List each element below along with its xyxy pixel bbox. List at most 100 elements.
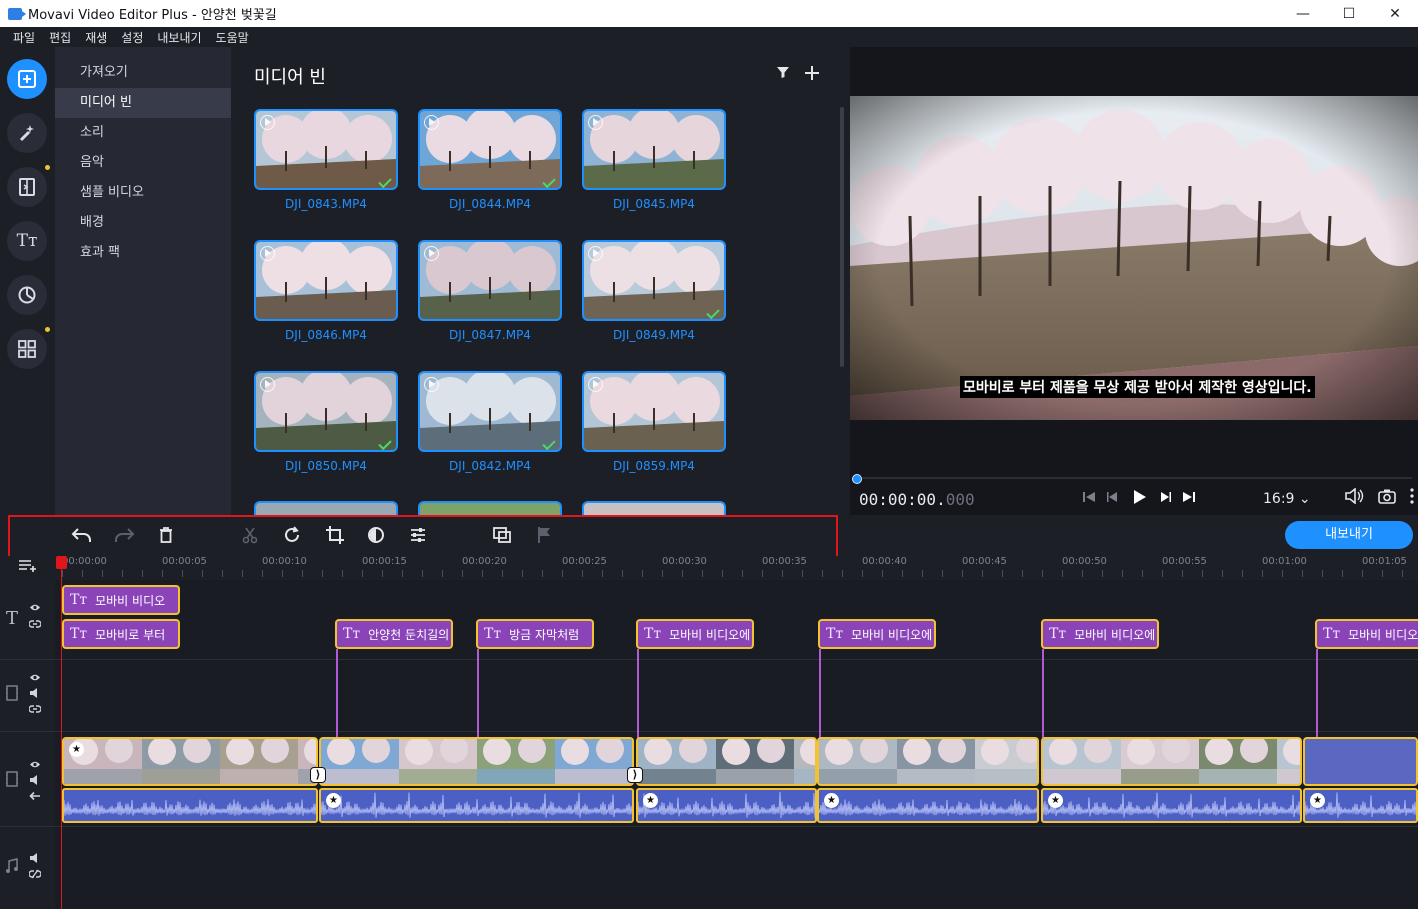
- next-frame-icon[interactable]: [1158, 490, 1172, 504]
- media-filename[interactable]: DJI_0845.MP4: [582, 197, 726, 211]
- skip-start-icon[interactable]: [1082, 490, 1096, 504]
- video-clip[interactable]: [1041, 737, 1302, 786]
- category-music[interactable]: 음악: [55, 148, 231, 178]
- title-clip[interactable]: Tт 모바비 비디오에: [818, 619, 936, 649]
- menu-playback[interactable]: 재생: [78, 29, 114, 46]
- speaker-icon[interactable]: [29, 688, 41, 698]
- redo-button[interactable]: [112, 523, 136, 547]
- preview-scrubber[interactable]: [856, 477, 1412, 479]
- transitions-button[interactable]: [7, 165, 50, 207]
- more-options-icon[interactable]: [1410, 488, 1414, 504]
- media-thumbnail[interactable]: [418, 371, 562, 452]
- media-thumbnail[interactable]: [418, 501, 562, 515]
- audio-clip[interactable]: ★: [636, 788, 817, 823]
- media-filename[interactable]: DJI_0849.MP4: [582, 328, 726, 342]
- effect-star-icon[interactable]: ★: [1048, 793, 1063, 808]
- title-clip[interactable]: Tт 방금 자막처럼: [476, 619, 594, 649]
- aspect-ratio-select[interactable]: 16:9 ⌄: [1263, 491, 1311, 507]
- crop-button[interactable]: [323, 523, 347, 547]
- import-button[interactable]: [7, 59, 47, 99]
- video-clip[interactable]: [1303, 737, 1418, 786]
- media-filename[interactable]: DJI_0859.MP4: [582, 459, 726, 473]
- snapshot-icon[interactable]: [1378, 488, 1396, 504]
- skip-end-icon[interactable]: [1182, 490, 1196, 504]
- media-thumbnail[interactable]: [582, 501, 726, 515]
- transition-marker[interactable]: ⟩: [627, 767, 643, 783]
- menu-help[interactable]: 도움말: [209, 29, 256, 46]
- effect-star-icon[interactable]: ★: [326, 793, 341, 808]
- effect-star-icon[interactable]: ★: [1310, 793, 1325, 808]
- more-tools-button[interactable]: [7, 327, 50, 369]
- audio-clip[interactable]: ★: [1303, 788, 1418, 823]
- menu-export[interactable]: 내보내기: [150, 29, 208, 46]
- category-sound[interactable]: 소리: [55, 118, 231, 148]
- media-thumbnail[interactable]: [582, 240, 726, 321]
- unlink-icon[interactable]: [29, 869, 41, 879]
- video-clip[interactable]: [319, 737, 634, 786]
- media-filename[interactable]: DJI_0846.MP4: [254, 328, 398, 342]
- maximize-button[interactable]: ☐: [1326, 0, 1372, 27]
- media-bin-scrollbar[interactable]: [840, 107, 844, 367]
- titles-button[interactable]: Tт: [7, 221, 47, 261]
- effect-star-icon[interactable]: ★: [69, 742, 84, 757]
- eye-icon[interactable]: [29, 673, 41, 682]
- media-filename[interactable]: DJI_0843.MP4: [254, 197, 398, 211]
- category-import[interactable]: 가져오기: [55, 58, 231, 88]
- close-button[interactable]: ✕: [1372, 0, 1418, 27]
- category-background[interactable]: 배경: [55, 208, 231, 238]
- minimize-button[interactable]: —: [1280, 0, 1326, 27]
- media-filename[interactable]: DJI_0842.MP4: [418, 459, 562, 473]
- prev-frame-icon[interactable]: [1106, 490, 1120, 504]
- menu-edit[interactable]: 편집: [42, 29, 78, 46]
- split-button[interactable]: [238, 523, 262, 547]
- media-thumbnail[interactable]: [582, 371, 726, 452]
- transition-marker[interactable]: ⟩: [310, 767, 326, 783]
- speaker-icon[interactable]: [29, 775, 41, 785]
- stickers-button[interactable]: [7, 275, 47, 315]
- video-clip[interactable]: [817, 737, 1039, 786]
- media-filename[interactable]: DJI_0844.MP4: [418, 197, 562, 211]
- arrow-left-icon[interactable]: [29, 791, 41, 801]
- overlay-button[interactable]: [490, 523, 514, 547]
- color-adjust-button[interactable]: [364, 523, 388, 547]
- add-track-icon[interactable]: [18, 558, 38, 572]
- export-button[interactable]: 내보내기: [1285, 521, 1413, 549]
- category-media-bin[interactable]: 미디어 빈: [55, 88, 231, 118]
- title-clip[interactable]: Tт 모바비로 부터: [62, 619, 180, 649]
- title-clip[interactable]: Tт 모바비 비디오에: [1041, 619, 1159, 649]
- title-clip[interactable]: Tт 모바비 비디오: [1315, 619, 1418, 649]
- delete-button[interactable]: [154, 523, 178, 547]
- title-clip[interactable]: Tт 모바비 비디오에: [636, 619, 754, 649]
- media-thumbnail[interactable]: [254, 371, 398, 452]
- eye-icon[interactable]: [29, 603, 41, 612]
- add-icon[interactable]: [804, 65, 820, 81]
- video-clip[interactable]: ★: [62, 737, 318, 786]
- filters-button[interactable]: [7, 113, 47, 153]
- audio-clip[interactable]: ★: [817, 788, 1039, 823]
- speaker-icon[interactable]: [29, 853, 41, 863]
- media-thumbnail[interactable]: [254, 240, 398, 321]
- media-thumbnail[interactable]: [418, 240, 562, 321]
- media-thumbnail[interactable]: [254, 501, 398, 515]
- effect-star-icon[interactable]: ★: [824, 793, 839, 808]
- video-clip[interactable]: [636, 737, 817, 786]
- play-icon[interactable]: [1130, 488, 1148, 506]
- timeline-ruler[interactable]: 00:00:00 00:00:05 00:00:10 00:00:15 00:00:20…: [62, 556, 1418, 578]
- media-thumbnail[interactable]: [582, 109, 726, 190]
- effect-star-icon[interactable]: ★: [643, 793, 658, 808]
- volume-icon[interactable]: [1344, 488, 1364, 504]
- audio-clip[interactable]: [62, 788, 318, 823]
- playhead-handle[interactable]: [56, 556, 67, 569]
- media-filename[interactable]: DJI_0847.MP4: [418, 328, 562, 342]
- category-effect-pack[interactable]: 효과 팩: [55, 238, 231, 268]
- rotate-button[interactable]: [280, 523, 304, 547]
- playhead[interactable]: [61, 556, 62, 909]
- link-icon[interactable]: [29, 704, 41, 714]
- audio-clip[interactable]: ★: [319, 788, 634, 823]
- media-thumbnail[interactable]: [418, 109, 562, 190]
- undo-button[interactable]: [70, 523, 94, 547]
- marker-button[interactable]: [532, 523, 556, 547]
- filter-icon[interactable]: [776, 65, 790, 79]
- menu-file[interactable]: 파일: [6, 29, 42, 46]
- menu-settings[interactable]: 설정: [114, 29, 150, 46]
